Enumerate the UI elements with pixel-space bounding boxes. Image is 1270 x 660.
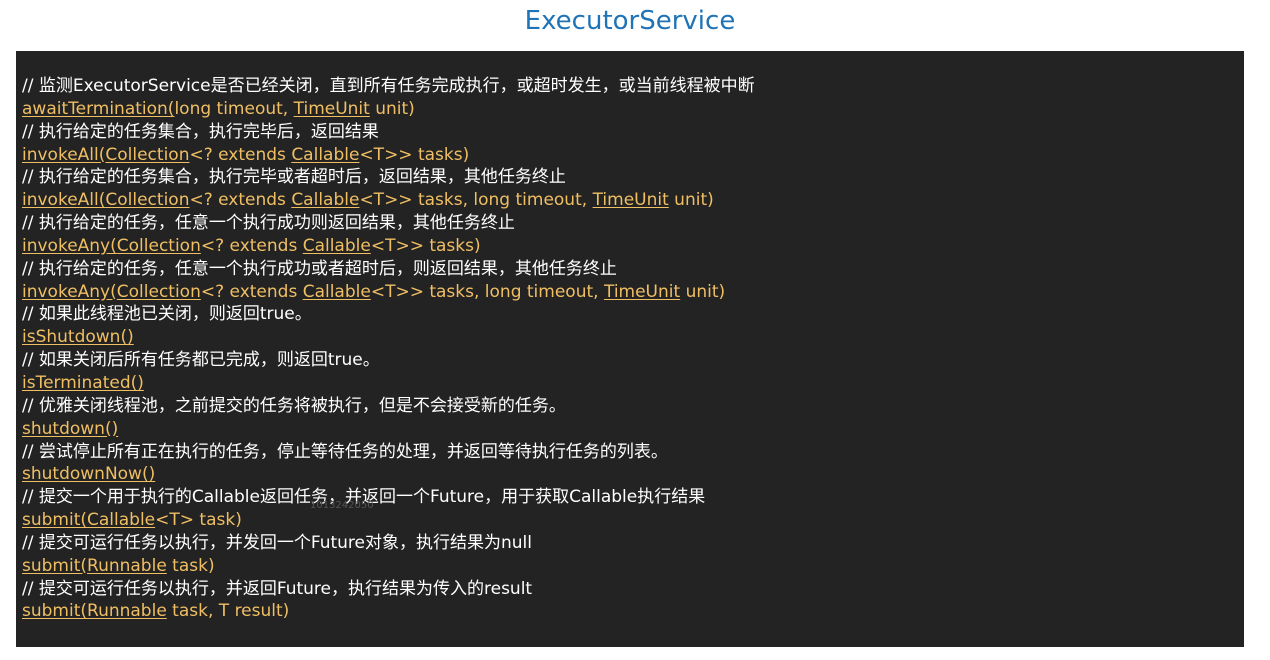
method-list: // 监测ExecutorService是否已经关闭，直到所有任务完成执行，或超… [22, 75, 1238, 623]
code-text: <T>> tasks) [370, 235, 481, 256]
comment-line: // 监测ExecutorService是否已经关闭，直到所有任务完成执行，或超… [22, 76, 755, 96]
api-link[interactable]: awaitTermination( [22, 99, 174, 119]
api-link[interactable]: Callable [291, 145, 359, 165]
method-signature-line: submit(Runnable task, T result) [22, 600, 1238, 623]
code-text: <? extends [200, 235, 303, 256]
api-link[interactable]: Collection [117, 282, 201, 302]
code-text: task) [166, 555, 215, 576]
code-text: <? extends [200, 281, 303, 302]
api-link[interactable]: isTerminated() [22, 373, 144, 393]
api-link[interactable]: Collection [117, 236, 201, 256]
method-signature-line: submit(Runnable task) [22, 555, 1238, 578]
method-signature-line: submit(Callable<T> task) [22, 509, 1238, 532]
watermark: 1013242050 [310, 500, 374, 511]
comment-line: // 提交可运行任务以执行，并发回一个Future对象，执行结果为null [22, 532, 532, 553]
method-signature-line: isTerminated() [22, 372, 1238, 395]
api-link[interactable]: submit( [22, 556, 87, 576]
api-link[interactable]: Collection [105, 190, 189, 210]
code-text: <T>> tasks, long timeout, [370, 281, 604, 302]
api-link[interactable]: invokeAny( [22, 236, 117, 256]
code-text: <? extends [189, 144, 292, 165]
code-text: <T> task) [155, 510, 242, 531]
api-link[interactable]: TimeUnit [294, 99, 370, 119]
method-signature-line: invokeAll(Collection<? extends Callable<… [22, 144, 1238, 167]
code-text: task, T result) [166, 601, 290, 622]
api-link[interactable]: Callable [87, 510, 155, 530]
api-link[interactable]: Runnable [87, 556, 167, 576]
code-panel: // 监测ExecutorService是否已经关闭，直到所有任务完成执行，或超… [16, 51, 1244, 647]
api-link[interactable]: Collection [105, 145, 189, 165]
comment-line: // 执行给定的任务，任意一个执行成功则返回结果，其他任务终止 [22, 213, 515, 234]
code-text: unit) [369, 98, 415, 119]
code-text: long timeout, [174, 98, 294, 119]
code-text: unit) [680, 281, 726, 302]
method-signature-line: shutdownNow() [22, 463, 1238, 486]
comment-line: // 提交一个用于执行的Callable返回任务，并返回一个Future，用于获… [22, 487, 706, 508]
api-link[interactable]: TimeUnit [593, 190, 669, 210]
method-signature-line: awaitTermination(long timeout, TimeUnit … [22, 98, 1238, 121]
api-link[interactable]: shutdownNow() [22, 464, 155, 484]
method-signature-line: invokeAll(Collection<? extends Callable<… [22, 189, 1238, 212]
comment-line: // 执行给定的任务，任意一个执行成功或者超时后，则返回结果，其他任务终止 [22, 258, 617, 279]
api-link[interactable]: Callable [303, 236, 371, 256]
api-link[interactable]: invokeAny( [22, 282, 117, 302]
comment-line: // 执行给定的任务集合，执行完毕或者超时后，返回结果，其他任务终止 [22, 167, 566, 188]
api-link[interactable]: TimeUnit [604, 282, 680, 302]
method-signature-line: isShutdown() [22, 326, 1238, 349]
method-signature-line: invokeAny(Collection<? extends Callable<… [22, 281, 1238, 304]
api-link[interactable]: Runnable [87, 601, 167, 621]
method-signature-line: shutdown() [22, 418, 1238, 441]
api-link[interactable]: submit( [22, 601, 87, 621]
code-text: <T>> tasks) [359, 144, 470, 165]
api-link[interactable]: submit( [22, 510, 87, 530]
api-link[interactable]: invokeAll( [22, 190, 105, 210]
api-link[interactable]: Callable [291, 190, 359, 210]
code-text: unit) [668, 190, 714, 211]
api-link[interactable]: invokeAll( [22, 145, 105, 165]
method-signature-line: invokeAny(Collection<? extends Callable<… [22, 235, 1238, 258]
comment-line: // 如果关闭后所有任务都已完成，则返回true。 [22, 350, 380, 371]
api-link[interactable]: isShutdown() [22, 327, 134, 347]
comment-line: // 提交可运行任务以执行，并返回Future，执行结果为传入的result [22, 578, 533, 599]
comment-line: // 尝试停止所有正在执行的任务，停止等待任务的处理，并返回等待执行任务的列表。 [22, 441, 668, 462]
code-text: <? extends [189, 190, 292, 211]
comment-line: // 优雅关闭线程池，之前提交的任务将被执行，但是不会接受新的任务。 [22, 395, 566, 416]
page-title: ExecutorService [524, 6, 736, 36]
code-text: <T>> tasks, long timeout, [359, 190, 593, 211]
api-link[interactable]: Callable [303, 282, 371, 302]
comment-line: // 执行给定的任务集合，执行完毕后，返回结果 [22, 121, 379, 142]
comment-line: // 如果此线程池已关闭，则返回true。 [22, 304, 312, 325]
api-link[interactable]: shutdown() [22, 419, 118, 439]
